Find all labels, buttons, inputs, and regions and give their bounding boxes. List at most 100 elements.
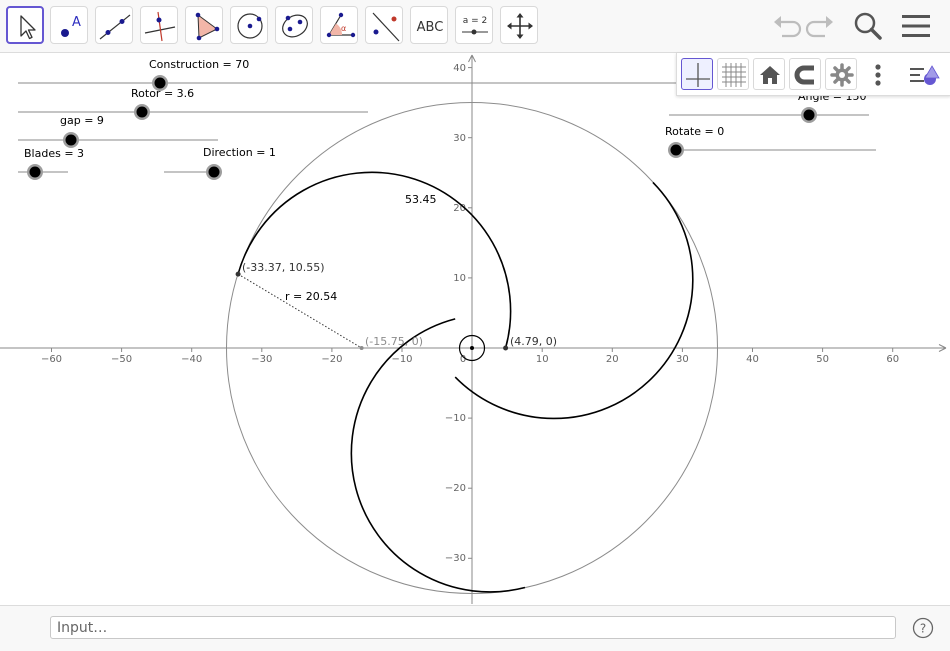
line-tool-button[interactable]	[95, 6, 133, 44]
y-tick-label: −10	[445, 413, 466, 424]
slider-label: Construction = 70	[149, 58, 249, 71]
move-tool-button[interactable]	[6, 6, 44, 44]
point-a-label: (-33.37, 10.55)	[242, 261, 325, 274]
slider-icon: a = 2	[462, 16, 488, 35]
ellipse-icon	[282, 14, 308, 38]
settings-button[interactable]	[825, 58, 857, 90]
slider-construction[interactable]: Construction = 70	[18, 58, 676, 91]
y-tick-label: 30	[453, 133, 466, 144]
svg-text:A: A	[72, 15, 81, 30]
arc-length-label: 53.45	[405, 193, 437, 206]
grid-icon	[722, 63, 746, 87]
perpendicular-tool-button[interactable]	[140, 6, 178, 44]
svg-text:a = 2: a = 2	[463, 16, 488, 26]
style-bar-toggle-button[interactable]	[907, 58, 940, 90]
x-tick-label: 10	[536, 354, 549, 365]
radius-segment[interactable]	[237, 273, 362, 349]
snap-button[interactable]	[789, 58, 821, 90]
x-tick-label: 60	[886, 354, 899, 365]
redo-icon	[805, 16, 833, 38]
radius-label: r = 20.54	[285, 290, 337, 303]
y-tick-label: −30	[445, 553, 466, 564]
slider-rotate[interactable]: Rotate = 0	[665, 125, 876, 158]
slider-knob[interactable]	[29, 166, 41, 178]
more-vertical-icon	[875, 64, 881, 86]
algebra-input-field[interactable]	[50, 616, 896, 639]
x-tick-label: −60	[41, 354, 62, 365]
center-point[interactable]	[359, 346, 364, 350]
slider-tool-button[interactable]: a = 2	[455, 6, 493, 44]
search-button[interactable]	[850, 8, 886, 44]
search-icon	[854, 12, 882, 40]
reflect-icon	[372, 12, 400, 42]
y-tick-label: −20	[445, 483, 466, 494]
menu-button[interactable]	[898, 8, 934, 44]
angle-tool-button[interactable]: α	[320, 6, 358, 44]
move-graphics-tool-button[interactable]	[500, 6, 538, 44]
svg-text:α: α	[341, 24, 346, 33]
point-icon: A	[61, 15, 81, 37]
input-bar: ?	[0, 605, 950, 651]
blade-arc[interactable]	[453, 145, 741, 469]
origin-label: 0	[460, 354, 466, 365]
slider-label: Direction = 1	[203, 146, 276, 159]
slider-label: Rotate = 0	[665, 125, 724, 138]
gear-icon	[830, 63, 854, 87]
redo-button[interactable]	[803, 8, 839, 44]
reflect-tool-button[interactable]	[365, 6, 403, 44]
text-icon: ABC	[417, 20, 444, 35]
style-bar-toggle-icon	[910, 65, 940, 85]
x-tick-label: −30	[251, 354, 272, 365]
point-b[interactable]	[503, 345, 509, 351]
polygon-icon	[195, 12, 220, 41]
slider-knob[interactable]	[803, 109, 815, 121]
arrow-cursor-icon	[20, 15, 36, 40]
undo-button[interactable]	[768, 8, 804, 44]
slider-knob[interactable]	[208, 166, 220, 178]
svg-text:?: ?	[920, 622, 926, 636]
slider-label: gap = 9	[60, 114, 104, 127]
line-icon	[99, 14, 131, 40]
circle-tool-button[interactable]	[230, 6, 268, 44]
home-button[interactable]	[753, 58, 785, 90]
center-point-label: (-15.75, 0)	[365, 335, 423, 348]
circle-icon	[237, 13, 263, 39]
style-bar	[676, 53, 950, 96]
axes-toggle-button[interactable]	[681, 58, 713, 90]
x-tick-label: −10	[391, 354, 412, 365]
grid-toggle-button[interactable]	[717, 58, 749, 90]
ellipse-tool-button[interactable]	[275, 6, 313, 44]
home-icon	[760, 66, 780, 84]
toolbar: A α ABC a = 2	[0, 0, 950, 53]
slider-knob[interactable]	[670, 144, 682, 156]
y-tick-label: 40	[453, 63, 466, 74]
point-a[interactable]	[235, 271, 241, 277]
graphics-view[interactable]: −60 −50 −40 −30 −20 −10 0 10 20 30 40 50…	[0, 52, 950, 604]
origin-point[interactable]	[470, 346, 474, 350]
undo-icon	[774, 16, 802, 38]
text-tool-button[interactable]: ABC	[410, 6, 448, 44]
more-options-button[interactable]	[861, 58, 893, 90]
axes-icon	[686, 63, 710, 87]
x-tick-label: −50	[111, 354, 132, 365]
x-tick-label: 40	[746, 354, 759, 365]
perpendicular-line-icon	[144, 11, 176, 42]
svg-text:ABC: ABC	[417, 20, 444, 35]
polygon-tool-button[interactable]	[185, 6, 223, 44]
magnet-icon	[794, 65, 814, 85]
point-b-label: (4.79, 0)	[510, 335, 557, 348]
slider-direction[interactable]: Direction = 1	[164, 146, 276, 180]
slider-label: Rotor = 3.6	[131, 87, 194, 100]
slider-knob[interactable]	[65, 134, 77, 146]
x-tick-label: −40	[181, 354, 202, 365]
y-tick-label: 10	[453, 273, 466, 284]
x-tick-label: 20	[606, 354, 619, 365]
help-icon[interactable]: ?	[912, 617, 934, 639]
y-axis-ticks	[468, 67, 472, 559]
slider-label: Blades = 3	[24, 147, 84, 160]
point-tool-button[interactable]: A	[50, 6, 88, 44]
x-tick-label: −20	[321, 354, 342, 365]
slider-knob[interactable]	[136, 106, 148, 118]
slider-blades[interactable]: Blades = 3	[18, 147, 84, 180]
slider-gap[interactable]: gap = 9	[18, 114, 218, 148]
